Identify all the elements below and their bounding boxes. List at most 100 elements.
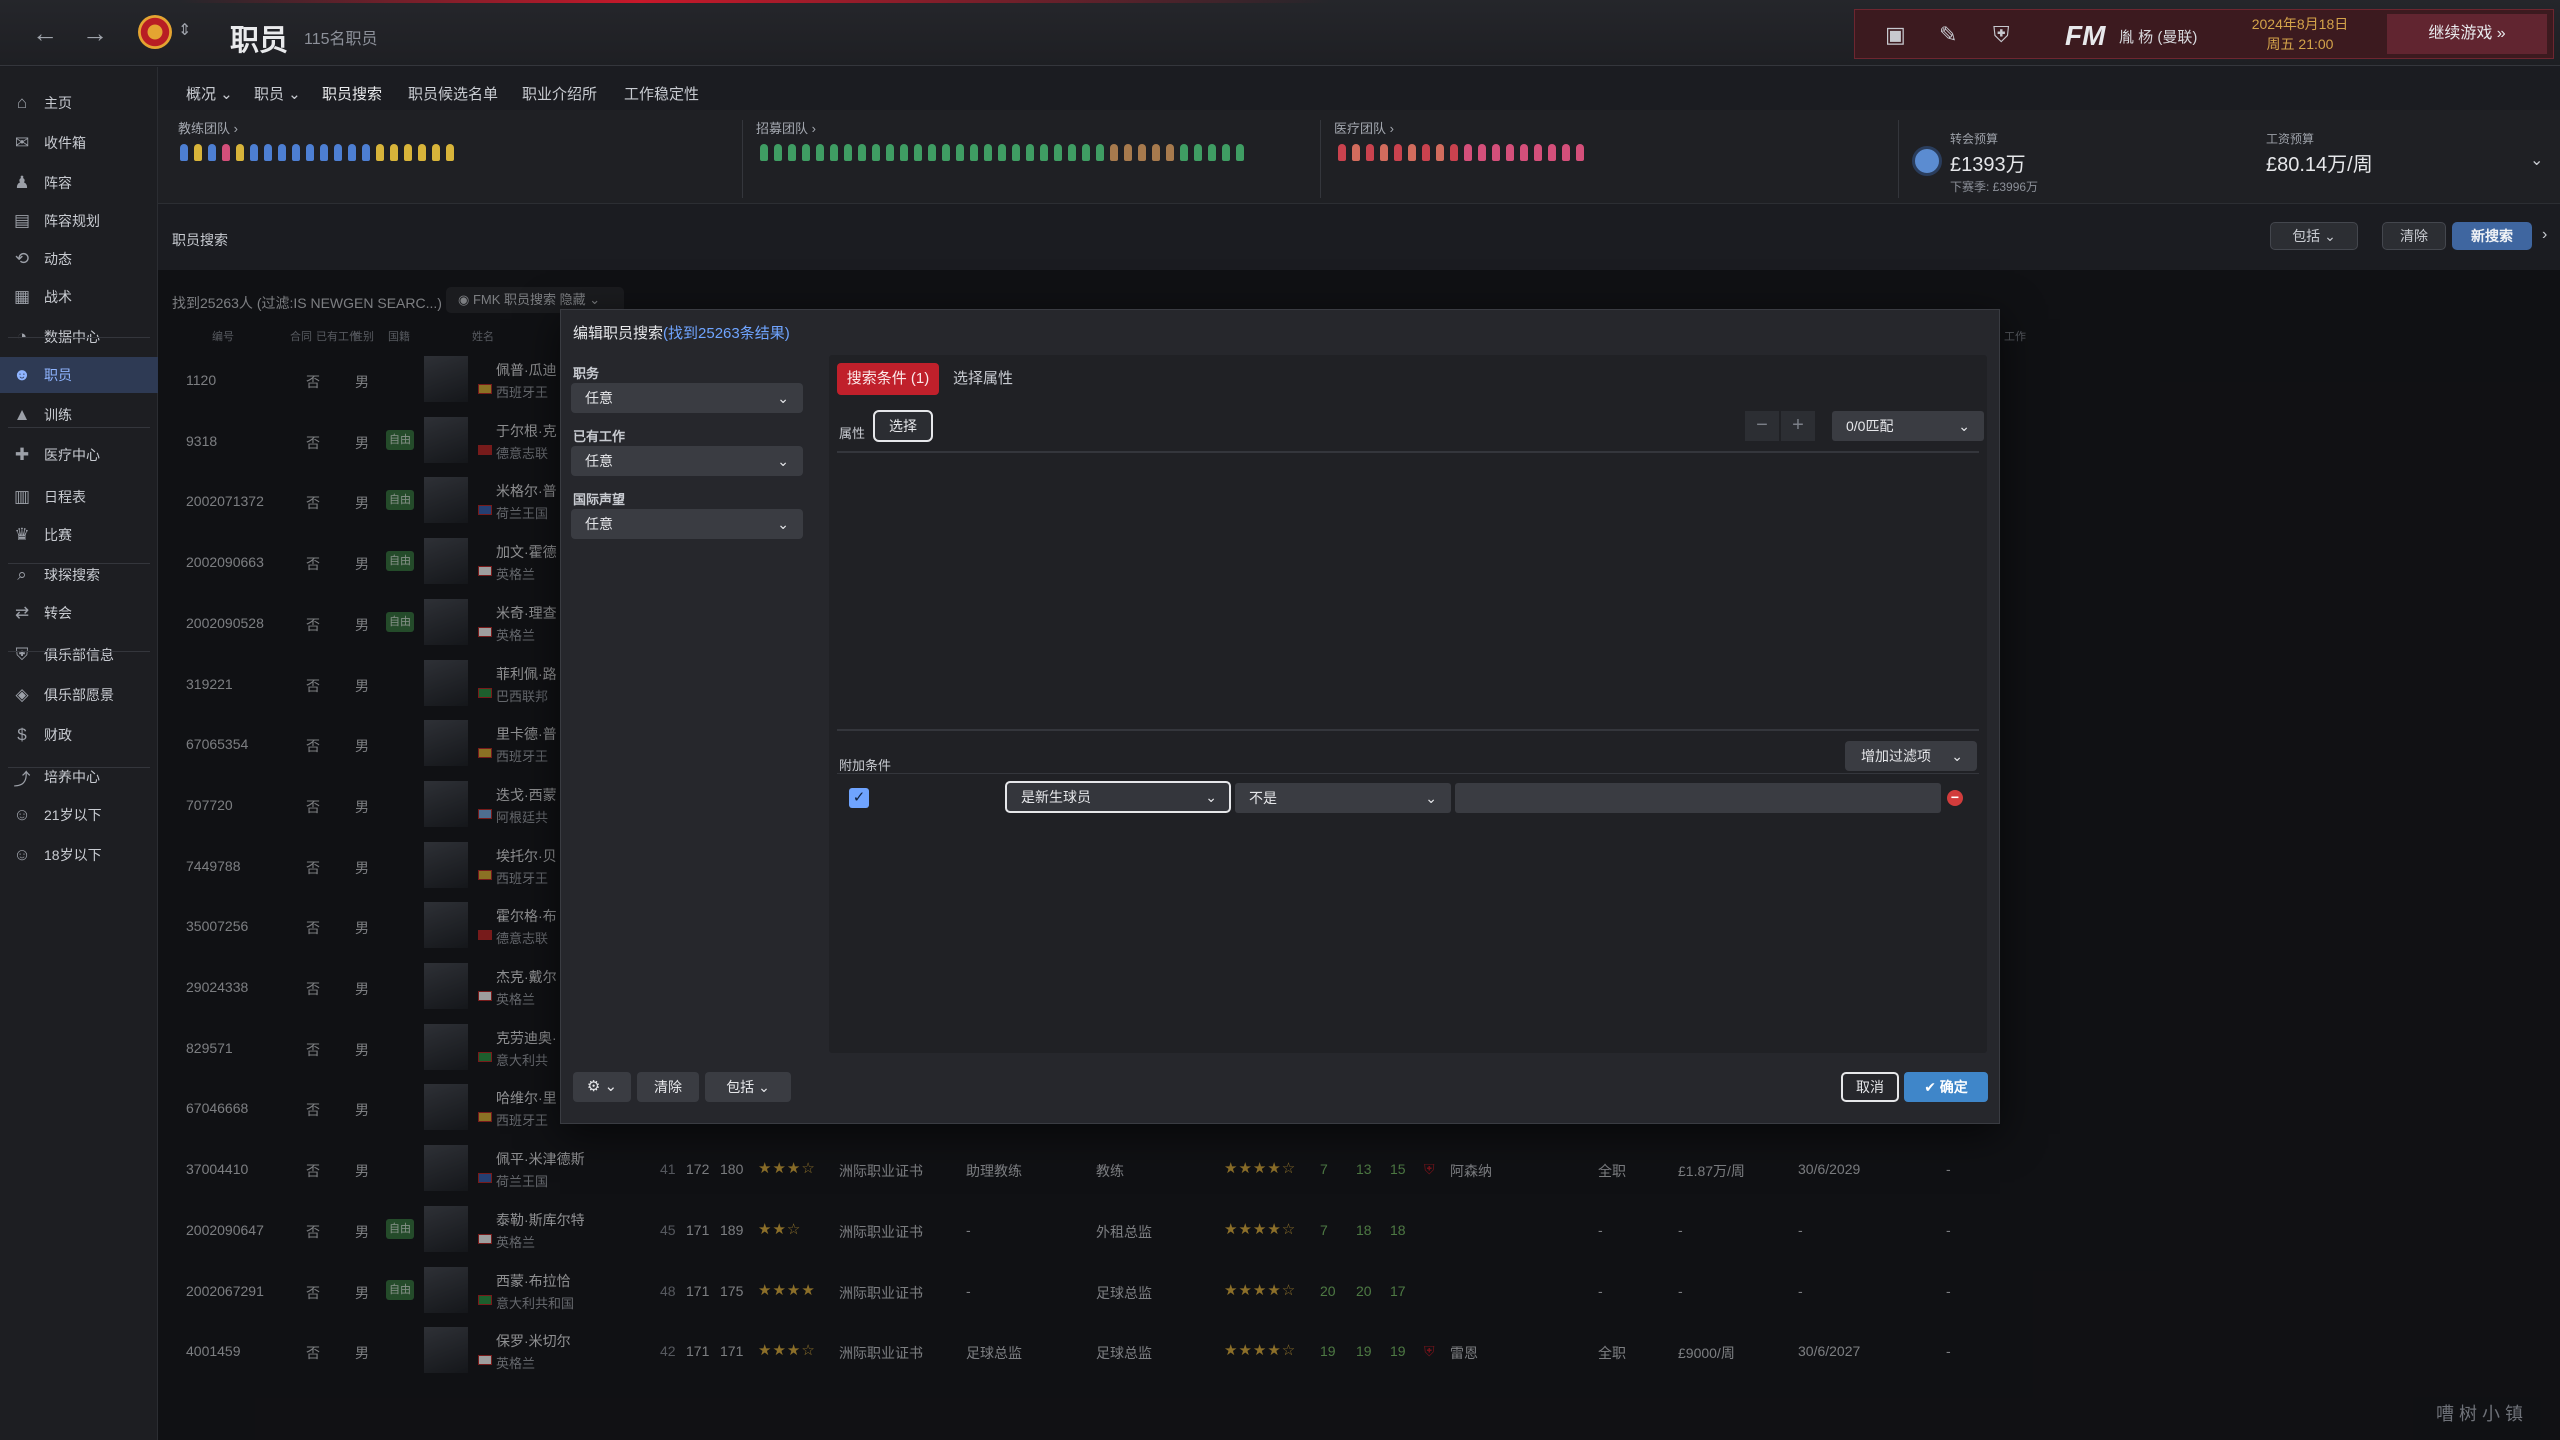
condition-operator-select[interactable]: 不是 ⌄ xyxy=(1235,783,1451,813)
staff-member-icon[interactable] xyxy=(1478,144,1486,161)
staff-member-icon[interactable] xyxy=(362,144,370,161)
fm-logo[interactable]: FM xyxy=(2065,20,2105,52)
club-switch-chevron-icon[interactable]: ⇕ xyxy=(178,20,191,40)
staff-member-icon[interactable] xyxy=(998,144,1006,161)
staff-member-icon[interactable] xyxy=(446,144,454,161)
staff-member-icon[interactable] xyxy=(1562,144,1570,161)
role-select[interactable]: 任意 ⌄ xyxy=(571,383,803,413)
subnav-overview[interactable]: 概况 ⌄ xyxy=(186,83,233,104)
staff-member-icon[interactable] xyxy=(788,144,796,161)
staff-member-icon[interactable] xyxy=(180,144,188,161)
staff-member-icon[interactable] xyxy=(306,144,314,161)
staff-member-icon[interactable] xyxy=(760,144,768,161)
staff-member-icon[interactable] xyxy=(376,144,384,161)
gear-dropdown[interactable]: ⚙ ⌄ xyxy=(573,1072,631,1102)
staff-member-icon[interactable] xyxy=(1394,144,1402,161)
staff-member-icon[interactable] xyxy=(1464,144,1472,161)
clear-button[interactable]: 清除 xyxy=(2382,222,2446,250)
staff-member-icon[interactable] xyxy=(194,144,202,161)
staff-member-icon[interactable] xyxy=(1338,144,1346,161)
staff-member-icon[interactable] xyxy=(942,144,950,161)
sidebar-item-staff[interactable]: ☻ 职员 xyxy=(0,357,158,393)
staff-member-icon[interactable] xyxy=(774,144,782,161)
condition-checkbox[interactable]: ✓ xyxy=(849,788,869,808)
sidebar-item-squad[interactable]: ♟ 阵容 xyxy=(0,165,158,201)
sidebar-item-planner[interactable]: ▤ 阵容规划 xyxy=(0,203,158,239)
staff-member-icon[interactable] xyxy=(1082,144,1090,161)
add-filter-button[interactable]: 增加过滤项 ⌄ xyxy=(1845,741,1977,771)
remove-condition-icon[interactable]: − xyxy=(1947,790,1963,806)
staff-member-icon[interactable] xyxy=(404,144,412,161)
include-dropdown[interactable]: 包括 ⌄ xyxy=(2270,222,2358,250)
match-select[interactable]: 0/0匹配 ⌄ xyxy=(1832,411,1984,441)
staff-member-icon[interactable] xyxy=(334,144,342,161)
dialog-include-dropdown[interactable]: 包括 ⌄ xyxy=(705,1072,791,1102)
sidebar-item-finance[interactable]: $ 财政 xyxy=(0,717,158,753)
sidebar-item-medical[interactable]: ✚ 医疗中心 xyxy=(0,437,158,473)
staff-member-icon[interactable] xyxy=(1194,144,1202,161)
staff-member-icon[interactable] xyxy=(1180,144,1188,161)
more-chevron-icon[interactable]: › xyxy=(2542,226,2547,244)
tab-search-conditions[interactable]: 搜索条件 (1) xyxy=(837,363,939,395)
back-arrow-icon[interactable]: ← xyxy=(32,18,58,49)
select-attribute-button[interactable]: 选择 xyxy=(873,410,933,442)
sidebar-item-home[interactable]: ⌂ 主页 xyxy=(0,85,158,121)
manager-name[interactable]: 胤 杨 (曼联) xyxy=(2119,26,2197,47)
staff-member-icon[interactable] xyxy=(900,144,908,161)
staff-member-icon[interactable] xyxy=(1576,144,1584,161)
forward-arrow-icon[interactable]: → xyxy=(82,18,108,49)
reputation-select[interactable]: 任意 ⌄ xyxy=(571,509,803,539)
staff-member-icon[interactable] xyxy=(264,144,272,161)
staff-member-icon[interactable] xyxy=(1068,144,1076,161)
staff-member-icon[interactable] xyxy=(1352,144,1360,161)
staff-member-icon[interactable] xyxy=(1166,144,1174,161)
staff-member-icon[interactable] xyxy=(1208,144,1216,161)
sidebar-item-trophy[interactable]: ♛ 比赛 xyxy=(0,517,158,553)
staff-member-icon[interactable] xyxy=(872,144,880,161)
staff-member-icon[interactable] xyxy=(1236,144,1244,161)
staff-member-icon[interactable] xyxy=(348,144,356,161)
staff-member-icon[interactable] xyxy=(1222,144,1230,161)
staff-member-icon[interactable] xyxy=(816,144,824,161)
staff-member-icon[interactable] xyxy=(320,144,328,161)
staff-member-icon[interactable] xyxy=(844,144,852,161)
staff-member-icon[interactable] xyxy=(1110,144,1118,161)
staff-member-icon[interactable] xyxy=(1366,144,1374,161)
sidebar-item-u21[interactable]: ☺ 21岁以下 xyxy=(0,797,158,833)
sidebar-item-inbox[interactable]: ✉ 收件箱 xyxy=(0,125,158,161)
staff-member-icon[interactable] xyxy=(1138,144,1146,161)
staff-member-icon[interactable] xyxy=(1124,144,1132,161)
finance-expand-icon[interactable]: ⌄ xyxy=(2530,150,2543,170)
staff-member-icon[interactable] xyxy=(1548,144,1556,161)
new-search-button[interactable]: 新搜索 xyxy=(2452,222,2532,250)
sidebar-item-development[interactable]: ⤴ 培养中心 xyxy=(0,759,158,795)
staff-member-icon[interactable] xyxy=(1408,144,1416,161)
sidebar-item-vision[interactable]: ◈ 俱乐部愿景 xyxy=(0,677,158,713)
sidebar-item-calendar[interactable]: ▥ 日程表 xyxy=(0,479,158,515)
staff-member-icon[interactable] xyxy=(292,144,300,161)
staff-member-icon[interactable] xyxy=(830,144,838,161)
staff-member-icon[interactable] xyxy=(250,144,258,161)
staff-member-icon[interactable] xyxy=(970,144,978,161)
dialog-clear-button[interactable]: 清除 xyxy=(637,1072,699,1102)
continue-button[interactable]: 继续游戏 » xyxy=(2387,14,2547,54)
map-icon[interactable]: ▣ xyxy=(1885,22,1906,48)
staff-member-icon[interactable] xyxy=(1422,144,1430,161)
medical-team-title[interactable]: 医疗团队 › xyxy=(1334,118,1394,137)
club-crest-icon[interactable] xyxy=(138,15,172,49)
staff-member-icon[interactable] xyxy=(1026,144,1034,161)
staff-member-icon[interactable] xyxy=(1534,144,1542,161)
sidebar-item-u18[interactable]: ☺ 18岁以下 xyxy=(0,837,158,873)
staff-member-icon[interactable] xyxy=(1380,144,1388,161)
subnav-shortlist[interactable]: 职员候选名单 xyxy=(408,83,498,104)
staff-member-icon[interactable] xyxy=(1040,144,1048,161)
staff-member-icon[interactable] xyxy=(956,144,964,161)
staff-member-icon[interactable] xyxy=(208,144,216,161)
staff-member-icon[interactable] xyxy=(418,144,426,161)
staff-member-icon[interactable] xyxy=(1012,144,1020,161)
staff-member-icon[interactable] xyxy=(984,144,992,161)
staff-member-icon[interactable] xyxy=(1152,144,1160,161)
staff-member-icon[interactable] xyxy=(886,144,894,161)
condition-value-input[interactable] xyxy=(1455,783,1941,813)
tab-select-attributes[interactable]: 选择属性 xyxy=(941,363,1025,395)
